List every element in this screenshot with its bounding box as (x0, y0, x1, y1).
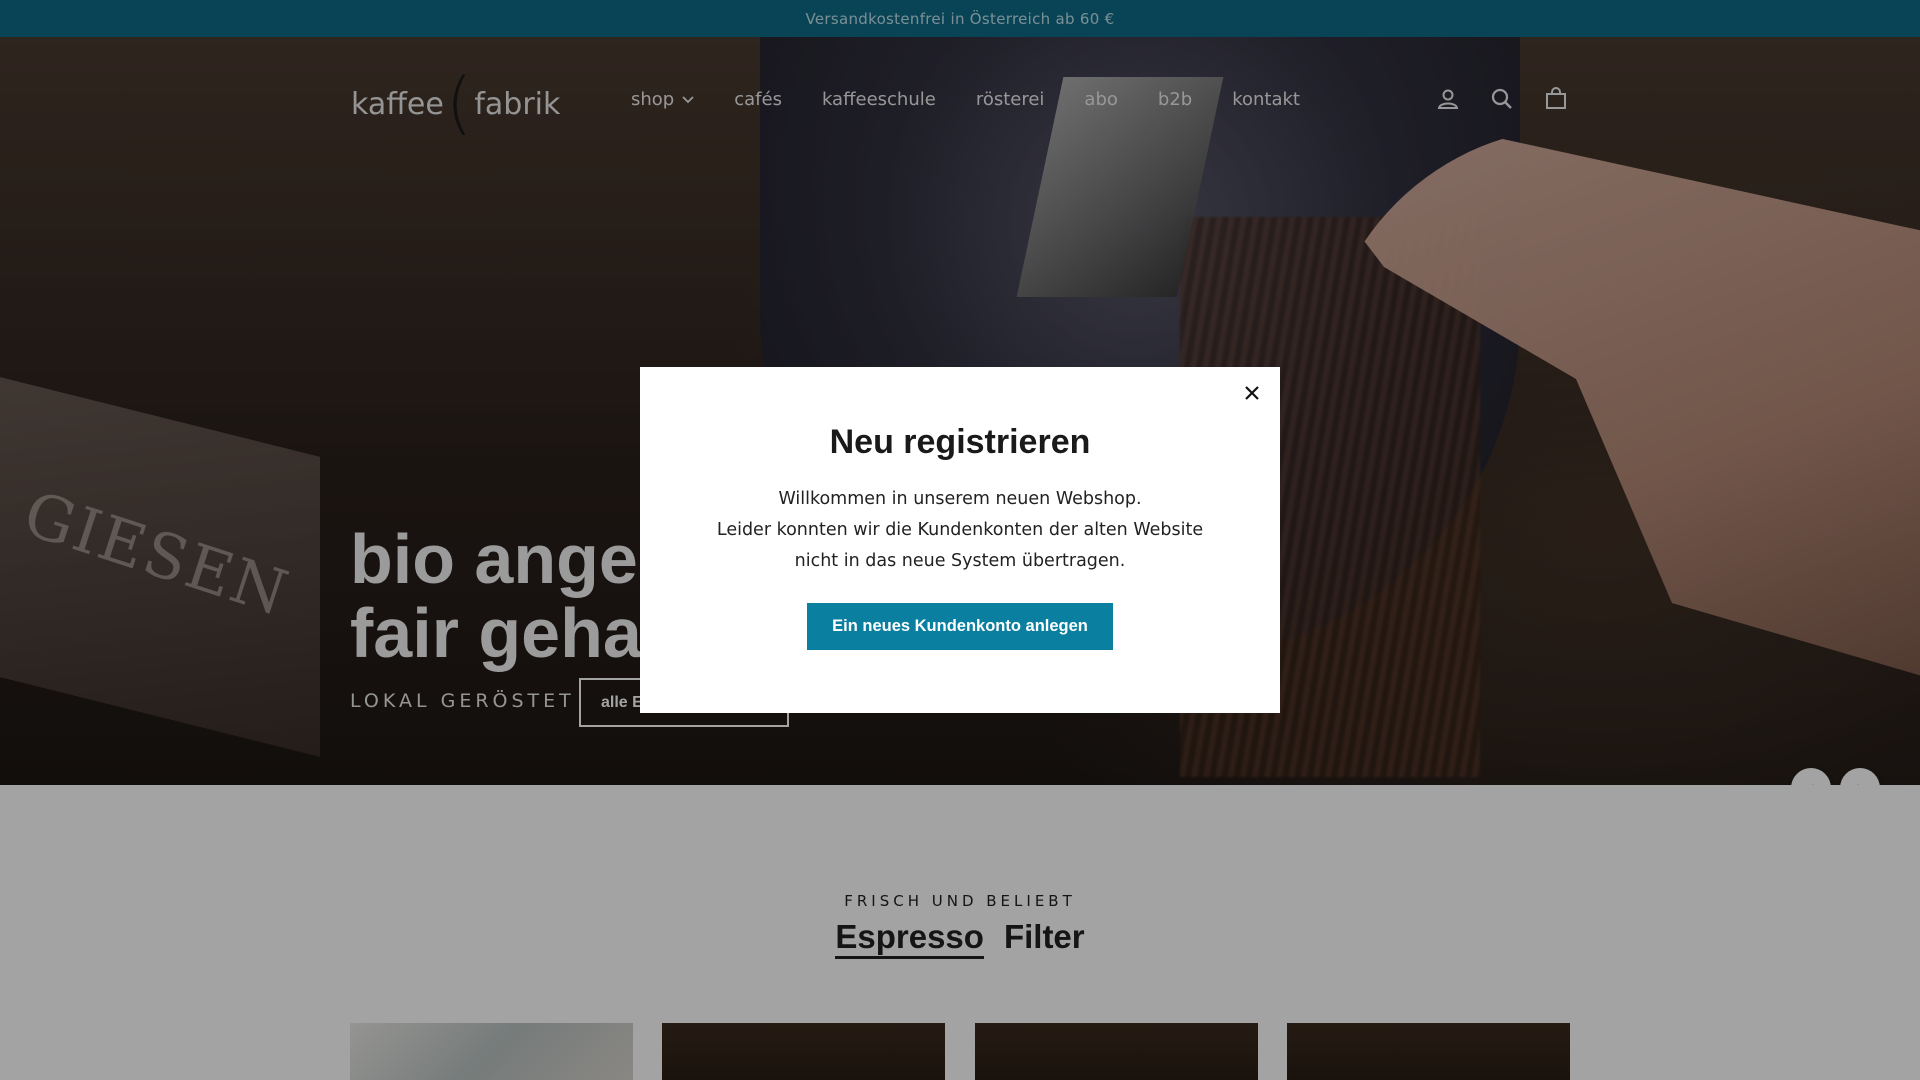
close-icon (1245, 386, 1259, 400)
modal-close-button[interactable] (1238, 379, 1266, 407)
create-account-button[interactable]: Ein neues Kundenkonto anlegen (807, 603, 1113, 650)
registration-modal: Neu registrieren Willkommen in unserem n… (640, 367, 1280, 713)
modal-body-line: nicht in das neue System übertragen. (794, 551, 1126, 571)
modal-title: Neu registrieren (829, 423, 1091, 461)
modal-body-line: Leider konnten wir die Kundenkonten der … (716, 520, 1204, 540)
modal-body-line: Willkommen in unserem neuen Webshop. (778, 489, 1142, 509)
modal-body: Willkommen in unserem neuen Webshop. Lei… (640, 484, 1280, 577)
